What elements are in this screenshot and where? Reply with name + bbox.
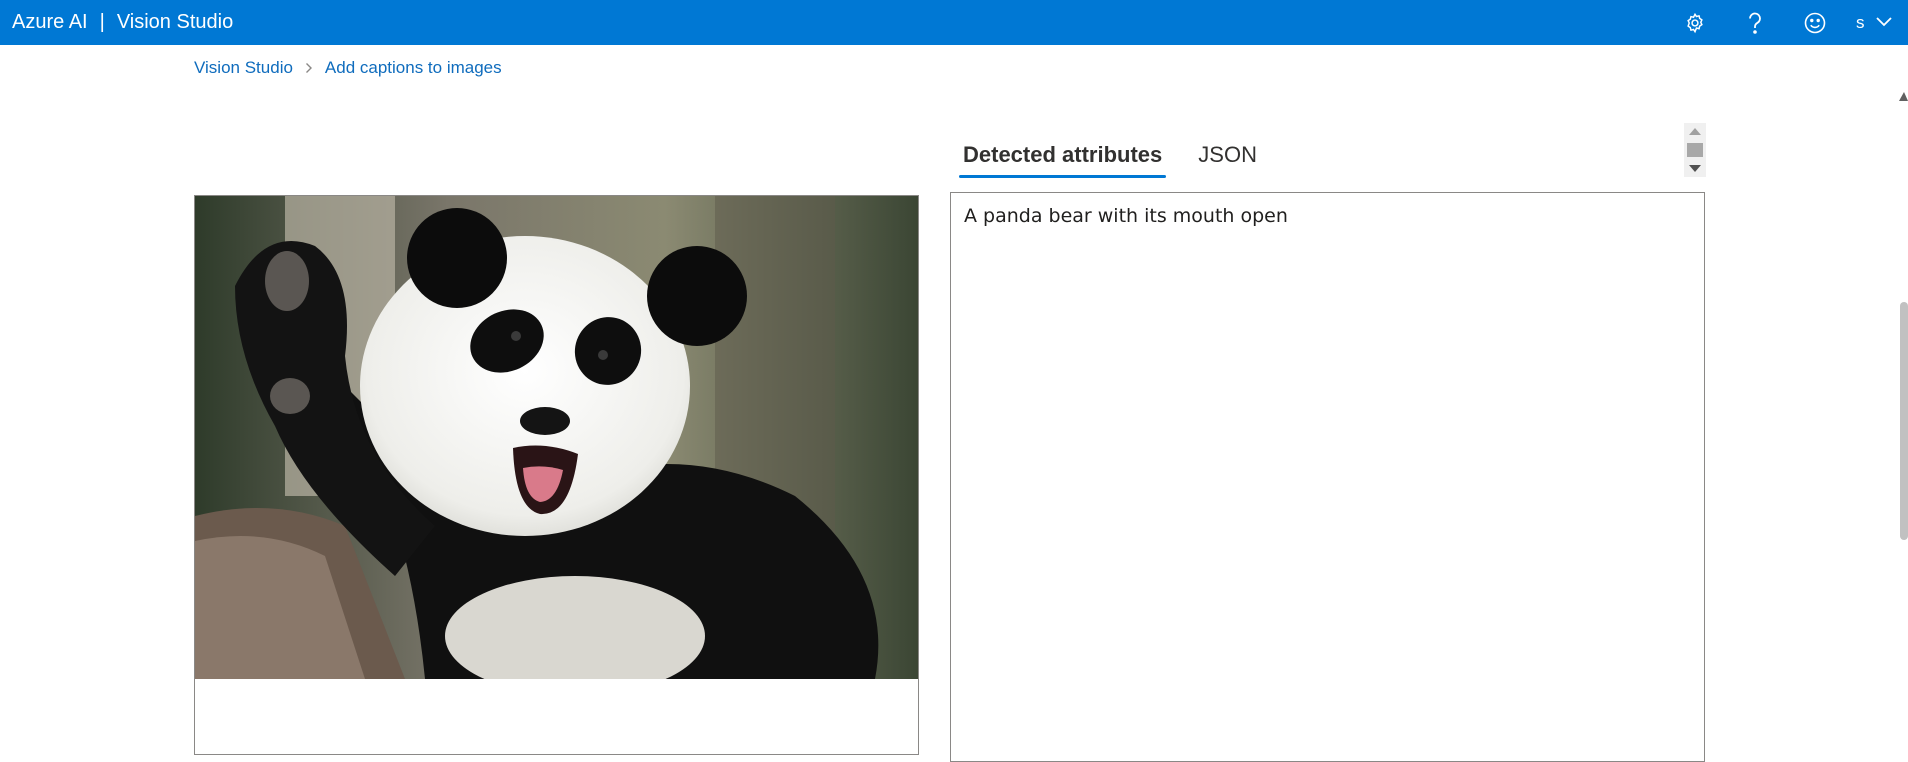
- app-title[interactable]: Azure AI | Vision Studio: [12, 0, 233, 45]
- tab-json[interactable]: JSON: [1194, 136, 1261, 178]
- tab-scrollbar[interactable]: [1684, 123, 1706, 177]
- page-scrollbar-thumb[interactable]: [1900, 302, 1908, 540]
- scroll-up-arrow-icon[interactable]: [1689, 128, 1701, 135]
- chevron-right-icon: [305, 62, 313, 74]
- account-menu[interactable]: s: [1856, 0, 1893, 45]
- brand-name: Azure AI: [12, 11, 88, 33]
- tab-detected-attributes[interactable]: Detected attributes: [959, 136, 1167, 178]
- panda-photo: [195, 196, 918, 679]
- product-name: Vision Studio: [116, 11, 234, 33]
- feedback-smiley-icon[interactable]: [1800, 8, 1830, 38]
- result-tabs: Detected attributes JSON: [959, 130, 1289, 178]
- caption-result: A panda bear with its mouth open: [964, 205, 1288, 227]
- breadcrumb-home-link[interactable]: Vision Studio: [194, 58, 293, 78]
- top-app-bar: Azure AI | Vision Studio s: [0, 0, 1908, 45]
- scrollbar-thumb[interactable]: [1687, 143, 1703, 157]
- breadcrumb: Vision Studio Add captions to images: [194, 58, 502, 78]
- image-preview-panel: [194, 195, 919, 755]
- settings-icon[interactable]: [1680, 8, 1710, 38]
- scroll-down-arrow-icon[interactable]: [1689, 165, 1701, 172]
- chevron-down-icon: [1875, 13, 1893, 33]
- brand-separator: |: [99, 11, 105, 33]
- breadcrumb-current[interactable]: Add captions to images: [325, 58, 502, 78]
- page-scrollbar[interactable]: [1898, 92, 1908, 743]
- help-icon[interactable]: [1740, 8, 1770, 38]
- account-initial: s: [1856, 12, 1865, 32]
- detected-attributes-panel: A panda bear with its mouth open: [950, 192, 1705, 762]
- scroll-up-arrow-icon[interactable]: [1899, 92, 1908, 101]
